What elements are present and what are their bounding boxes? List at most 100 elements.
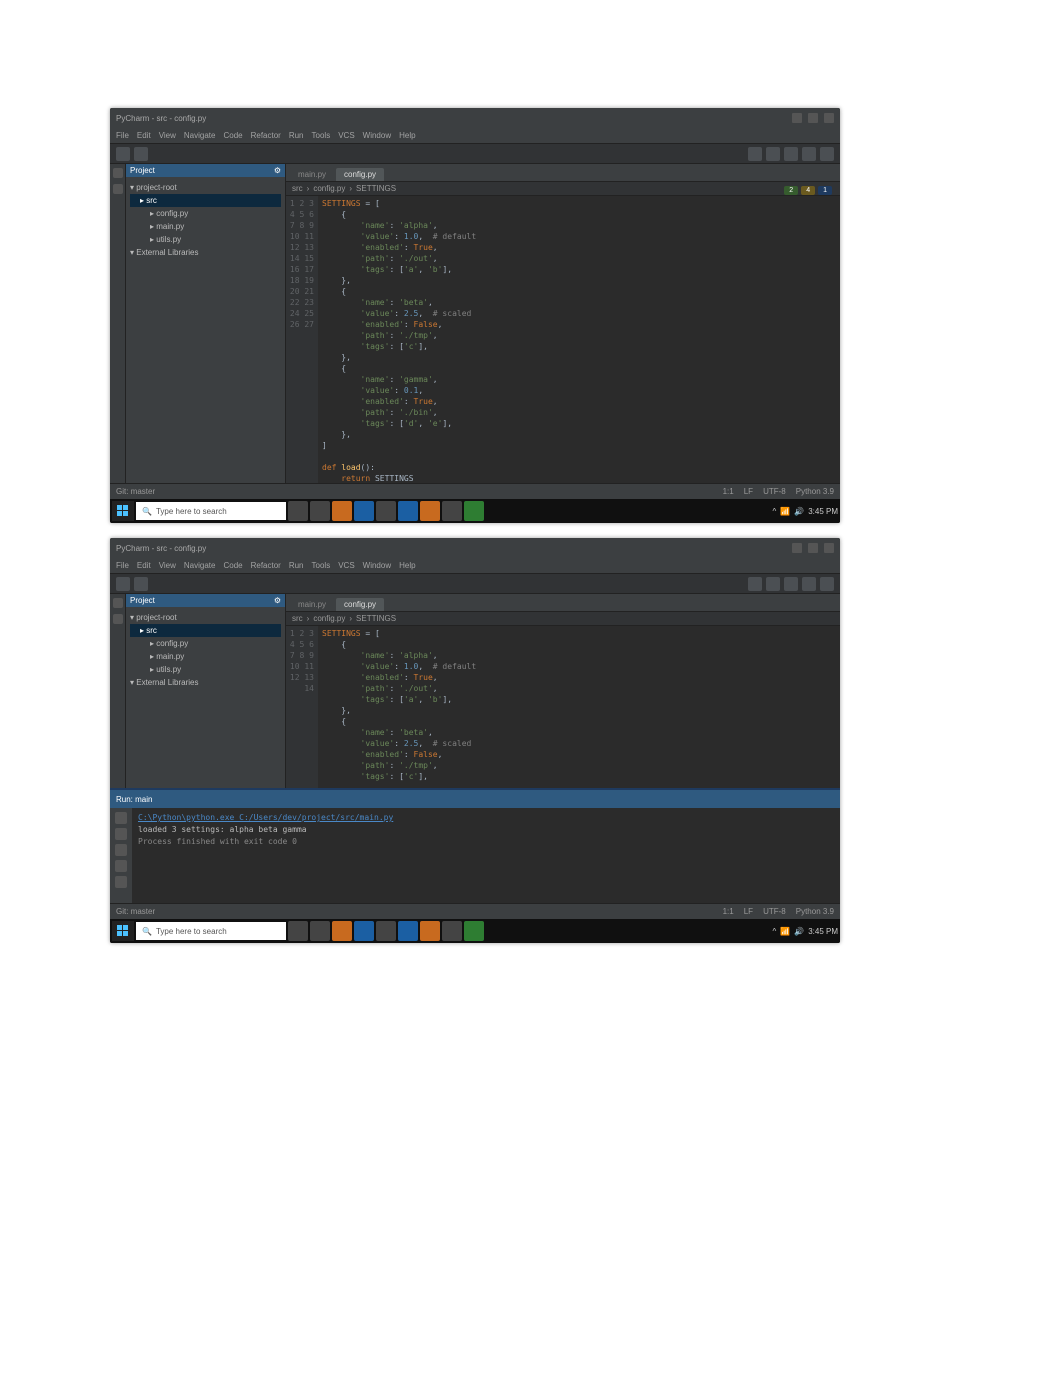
structure-tool-icon[interactable] bbox=[113, 614, 123, 624]
crumb-src[interactable]: src bbox=[292, 614, 303, 623]
menu-file[interactable]: File bbox=[116, 561, 129, 570]
tree-item-project-root[interactable]: ▾ project-root bbox=[130, 611, 281, 624]
app-icon-2[interactable] bbox=[332, 921, 352, 941]
app-icon-8[interactable] bbox=[464, 921, 484, 941]
app-icon-7[interactable] bbox=[442, 921, 462, 941]
crumb-config.py[interactable]: config.py bbox=[313, 614, 345, 623]
tree-item-config-py[interactable]: ▸ config.py bbox=[130, 207, 281, 220]
menu-code[interactable]: Code bbox=[223, 561, 242, 570]
menu-edit[interactable]: Edit bbox=[137, 131, 151, 140]
menu-refactor[interactable]: Refactor bbox=[251, 561, 281, 570]
close-button[interactable] bbox=[824, 113, 834, 123]
status-enc[interactable]: UTF-8 bbox=[763, 487, 786, 496]
tab-main[interactable]: main.py bbox=[290, 598, 334, 611]
menu-file[interactable]: File bbox=[116, 131, 129, 140]
close-button[interactable] bbox=[824, 543, 834, 553]
gear-icon[interactable]: ⚙ bbox=[274, 166, 281, 175]
task-view-icon[interactable] bbox=[288, 921, 308, 941]
menu-help[interactable]: Help bbox=[399, 561, 415, 570]
maximize-button[interactable] bbox=[808, 543, 818, 553]
menu-run[interactable]: Run bbox=[289, 561, 304, 570]
app-icon-5[interactable] bbox=[398, 501, 418, 521]
menu-view[interactable]: View bbox=[159, 131, 176, 140]
tab-config[interactable]: config.py bbox=[336, 168, 384, 181]
search-icon[interactable] bbox=[820, 147, 834, 161]
menu-window[interactable]: Window bbox=[363, 131, 391, 140]
stop-icon[interactable] bbox=[802, 147, 816, 161]
menu-navigate[interactable]: Navigate bbox=[184, 561, 216, 570]
tab-main[interactable]: main.py bbox=[290, 168, 334, 181]
app-icon-4[interactable] bbox=[376, 921, 396, 941]
structure-tool-icon[interactable] bbox=[113, 184, 123, 194]
tree-item-main-py[interactable]: ▸ main.py bbox=[130, 220, 281, 233]
system-tray[interactable]: ^ 📶 🔊 3:45 PM bbox=[773, 927, 839, 936]
crumb-SETTINGS[interactable]: SETTINGS bbox=[356, 614, 396, 623]
volume-icon[interactable]: 🔊 bbox=[794, 927, 804, 936]
stop-icon[interactable] bbox=[115, 828, 127, 840]
project-panel-header[interactable]: Project ⚙ bbox=[126, 594, 285, 607]
app-icon-3[interactable] bbox=[354, 921, 374, 941]
app-icon-8[interactable] bbox=[464, 501, 484, 521]
badge-ok[interactable]: 2 bbox=[784, 186, 798, 195]
tree-item-src[interactable]: ▸ src bbox=[130, 624, 281, 637]
badge-info[interactable]: 1 bbox=[818, 186, 832, 195]
menu-help[interactable]: Help bbox=[399, 131, 415, 140]
menu-vcs[interactable]: VCS bbox=[338, 131, 354, 140]
wrap-icon[interactable] bbox=[115, 876, 127, 888]
chevron-up-icon[interactable]: ^ bbox=[773, 507, 777, 516]
menu-code[interactable]: Code bbox=[223, 131, 242, 140]
back-icon[interactable] bbox=[116, 147, 130, 161]
status-pos[interactable]: 1:1 bbox=[723, 487, 734, 496]
start-button[interactable] bbox=[112, 501, 134, 521]
app-icon-1[interactable] bbox=[310, 921, 330, 941]
code-editor[interactable]: SETTINGS = [ { 'name': 'alpha', 'value':… bbox=[318, 196, 840, 483]
menu-tools[interactable]: Tools bbox=[312, 131, 331, 140]
rerun-icon[interactable] bbox=[115, 812, 127, 824]
app-icon-2[interactable] bbox=[332, 501, 352, 521]
tree-item-External-Libraries[interactable]: ▾ External Libraries bbox=[130, 676, 281, 689]
run-header[interactable]: Run: main bbox=[110, 790, 840, 808]
app-icon-4[interactable] bbox=[376, 501, 396, 521]
tree-item-utils-py[interactable]: ▸ utils.py bbox=[130, 663, 281, 676]
project-tool-icon[interactable] bbox=[113, 168, 123, 178]
back-icon[interactable] bbox=[116, 577, 130, 591]
status-branch[interactable]: Git: master bbox=[116, 487, 155, 496]
status-branch[interactable]: Git: master bbox=[116, 907, 155, 916]
up-icon[interactable] bbox=[115, 844, 127, 856]
forward-icon[interactable] bbox=[134, 147, 148, 161]
wifi-icon[interactable]: 📶 bbox=[780, 507, 790, 516]
crumb-SETTINGS[interactable]: SETTINGS bbox=[356, 184, 396, 193]
start-button[interactable] bbox=[112, 921, 134, 941]
tree-item-project-root[interactable]: ▾ project-root bbox=[130, 181, 281, 194]
taskbar-search[interactable]: 🔍 Type here to search bbox=[136, 502, 286, 520]
minimize-button[interactable] bbox=[792, 543, 802, 553]
menu-edit[interactable]: Edit bbox=[137, 561, 151, 570]
system-tray[interactable]: ^ 📶 🔊 3:45 PM bbox=[773, 507, 839, 516]
menu-run[interactable]: Run bbox=[289, 131, 304, 140]
menu-navigate[interactable]: Navigate bbox=[184, 131, 216, 140]
minimize-button[interactable] bbox=[792, 113, 802, 123]
status-lf[interactable]: LF bbox=[744, 907, 753, 916]
tree-item-config-py[interactable]: ▸ config.py bbox=[130, 637, 281, 650]
run-icon[interactable] bbox=[766, 577, 780, 591]
taskbar-search[interactable]: 🔍 Type here to search bbox=[136, 922, 286, 940]
wifi-icon[interactable]: 📶 bbox=[780, 927, 790, 936]
crumb-config.py[interactable]: config.py bbox=[313, 184, 345, 193]
project-panel-header[interactable]: Project ⚙ bbox=[126, 164, 285, 177]
tree-item-src[interactable]: ▸ src bbox=[130, 194, 281, 207]
menu-vcs[interactable]: VCS bbox=[338, 561, 354, 570]
build-icon[interactable] bbox=[748, 577, 762, 591]
status-enc[interactable]: UTF-8 bbox=[763, 907, 786, 916]
tree-item-External-Libraries[interactable]: ▾ External Libraries bbox=[130, 246, 281, 259]
app-icon-6[interactable] bbox=[420, 501, 440, 521]
menu-refactor[interactable]: Refactor bbox=[251, 131, 281, 140]
tree-item-utils-py[interactable]: ▸ utils.py bbox=[130, 233, 281, 246]
app-icon-7[interactable] bbox=[442, 501, 462, 521]
tray-time[interactable]: 3:45 PM bbox=[808, 507, 838, 516]
tab-config[interactable]: config.py bbox=[336, 598, 384, 611]
search-icon[interactable] bbox=[820, 577, 834, 591]
task-view-icon[interactable] bbox=[288, 501, 308, 521]
status-python[interactable]: Python 3.9 bbox=[796, 907, 834, 916]
chevron-up-icon[interactable]: ^ bbox=[773, 927, 777, 936]
status-pos[interactable]: 1:1 bbox=[723, 907, 734, 916]
